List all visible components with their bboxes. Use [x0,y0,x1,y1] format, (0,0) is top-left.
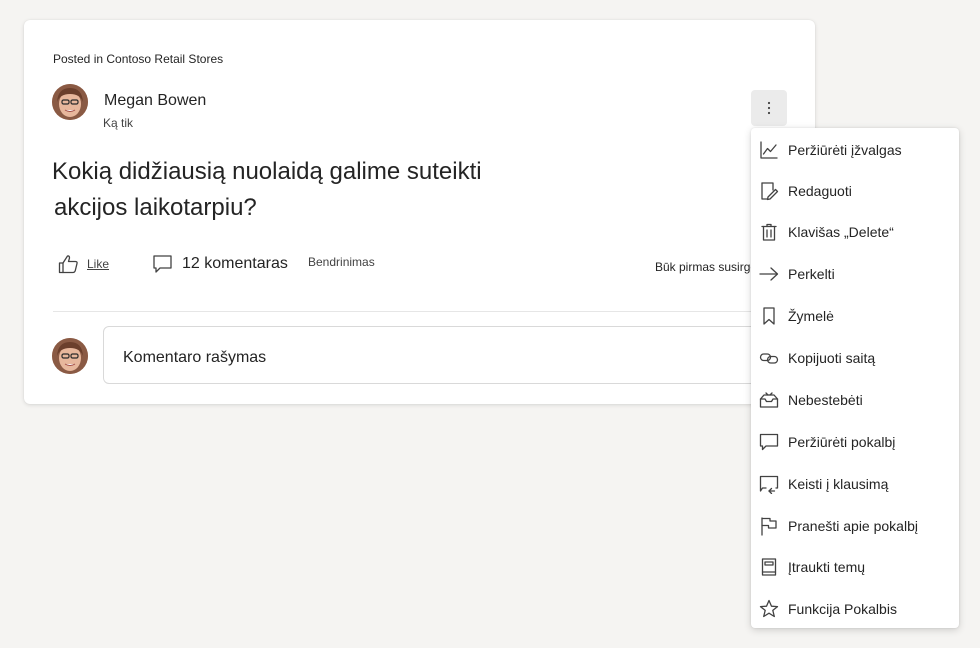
thumbs-up-icon [58,255,78,274]
comment-placeholder: Komentaro rašymas [123,349,267,366]
comment-input[interactable]: Komentaro rašymas [103,326,803,384]
posted-in: Posted in Contoso Retail Stores [53,52,223,66]
commenter-avatar [52,338,88,374]
divider [53,311,786,312]
menu-item-label: Redaguoti [788,183,852,199]
more-options-button[interactable] [751,90,787,126]
menu-item-label: Perkelti [788,266,835,282]
edit-icon [761,182,779,201]
post-question: Kokią didžiausią nuolaidą galime suteikt… [52,154,532,226]
question-line-2: akcijos laikotarpiu? [54,194,257,221]
menu-item-feature-conversation[interactable]: Funkcija Pokalbis [751,589,959,629]
star-icon [759,599,779,618]
like-button[interactable]: Like [58,254,109,274]
menu-item-add-topics[interactable]: Įtraukti temų [751,547,959,587]
post-actions: Like 12 komentaras Bendrinimas Būk pirma… [58,252,798,276]
author-avatar[interactable] [52,84,88,120]
menu-item-label: Funkcija Pokalbis [788,601,897,617]
timestamp: Ką tik [103,116,134,130]
menu-item-label: Įtraukti temų [788,559,866,575]
menu-item-view-insights[interactable]: Peržiūrėti įžvalgas [751,130,959,170]
more-options-menu: Peržiūrėti įžvalgas Redaguoti Klavišas „… [751,128,959,628]
menu-item-label: Keisti į klausimą [788,476,889,492]
chat-arrow-icon [759,475,779,494]
menu-item-unfollow[interactable]: Nebestebėti [751,380,959,420]
chat-bubble-icon [759,433,779,451]
more-vertical-icon [767,101,771,115]
post-card: Posted in Contoso Retail Stores Megan Bo… [24,20,815,404]
flag-icon [761,517,777,536]
posted-in-prefix: Posted in [53,52,104,66]
share-button[interactable]: Bendrinimas [308,255,375,269]
comments-button[interactable]: 12 komentaras [152,254,288,274]
menu-item-edit[interactable]: Redaguoti [751,171,959,211]
mail-inbox-icon [759,392,779,408]
menu-item-bookmark[interactable]: Žymelė [751,296,959,336]
chart-line-icon [760,141,778,159]
first-to-react: Būk pirmas susirges [655,260,764,274]
question-line-1: Kokią didžiausią nuolaidą galime suteikt… [52,158,482,185]
trash-icon [761,223,777,241]
comment-icon [153,255,172,273]
book-icon [761,558,777,576]
menu-item-label: Kopijuoti saitą [788,350,876,366]
menu-item-label: Peržiūrėti pokalbį [788,434,896,450]
community-link[interactable]: Contoso Retail Stores [106,52,223,66]
menu-item-label: Žymelė [788,308,834,324]
menu-item-label: Pranešti apie pokalbį [788,518,918,534]
menu-item-change-to-question[interactable]: Keisti į klausimą [751,464,959,504]
menu-item-copy-link[interactable]: Kopijuoti saitą [751,338,959,378]
like-label: Like [87,257,110,271]
menu-item-report-conversation[interactable]: Pranešti apie pokalbį [751,506,959,546]
link-icon [759,353,779,364]
arrow-right-icon [759,267,779,281]
menu-item-label: Klavišas „Delete“ [788,224,894,240]
comments-count: 12 komentaras [182,255,288,272]
menu-item-label: Peržiūrėti įžvalgas [788,142,902,158]
author-name[interactable]: Megan Bowen [104,92,206,110]
menu-item-delete[interactable]: Klavišas „Delete“ [751,212,959,252]
menu-item-label: Nebestebėti [788,392,863,408]
bookmark-icon [763,307,775,325]
menu-item-view-conversation[interactable]: Peržiūrėti pokalbį [751,422,959,462]
menu-item-move[interactable]: Perkelti [751,254,959,294]
